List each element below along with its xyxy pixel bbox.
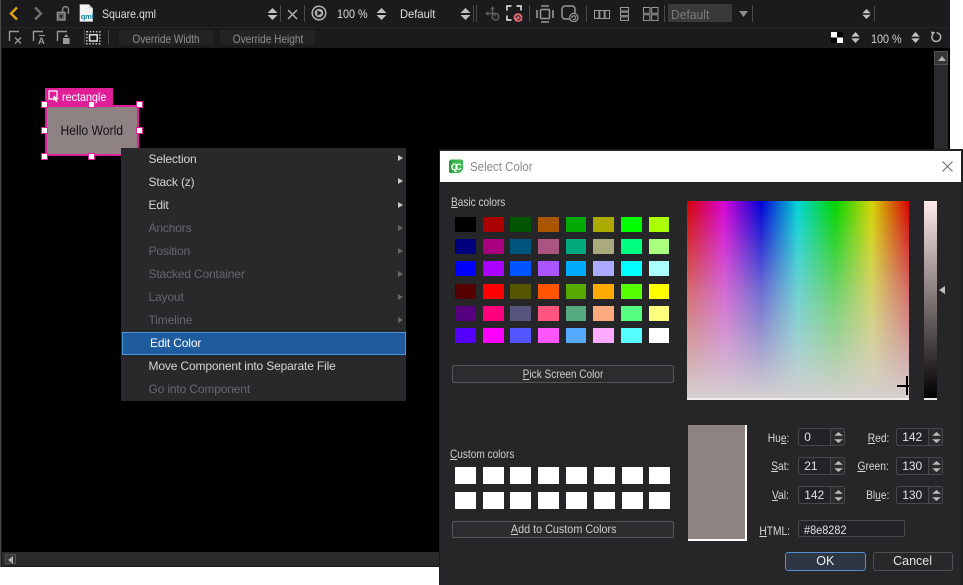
svg-text:QC: QC [451, 161, 462, 172]
svg-text:A: A [38, 36, 45, 45]
svg-text:qml: qml [81, 12, 94, 21]
